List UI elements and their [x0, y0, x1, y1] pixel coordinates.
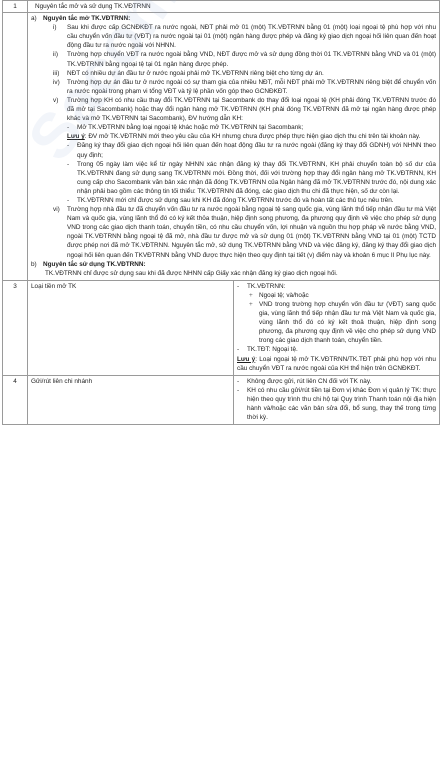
- policy-table: 1 Nguyên tắc mở và sử dụng TK.VĐTRNN a) …: [2, 0, 440, 426]
- row-label: Loại tiền mở TK: [27, 279, 234, 376]
- row-number: 3: [2, 279, 28, 376]
- row-title: Nguyên tắc mở và sử dụng TK.VĐTRNN: [27, 0, 440, 14]
- list-item: - Đăng ký thay đổi giao dịch ngoại hối l…: [67, 142, 436, 159]
- document-page: Sacombank 1 Nguyên tắc mở và sử dụng TK.…: [0, 0, 442, 777]
- section-b-heading: b) Nguyên tắc sử dụng TK.VĐTRNN:: [31, 260, 146, 268]
- table-row: 3 Loại tiền mở TK - TK.VĐTRNN: + Ngoại t…: [2, 279, 440, 376]
- list-item: - Không được gửi, rút liên CN đối với TK…: [237, 377, 372, 385]
- list-item: iv) Trường hợp dự án đầu tư ở nước ngoài…: [53, 78, 436, 95]
- list-item: - KH có nhu cầu gửi/rút tiền tại Đơn vị …: [237, 386, 436, 422]
- note: Lưu ý: Loại ngoại tệ mở TK.VĐTRNN/TK.TĐT…: [237, 355, 436, 372]
- table-row: 1 Nguyên tắc mở và sử dụng TK.VĐTRNN: [2, 0, 440, 14]
- note: Lưu ý: ĐV mở TK.VĐTRNN mới theo yêu cầu …: [67, 133, 421, 141]
- list-item: i) Sau khi được cấp GCNĐKĐT ra nước ngoà…: [53, 24, 436, 50]
- table-row: a) Nguyên tắc mở TK.VĐTRNN: i) Sau khi đ…: [2, 12, 440, 281]
- list-item: - TK.TĐT: Ngoại tệ.: [237, 346, 298, 354]
- list-item: ii) Trường hợp chuyển VĐT ra nước ngoài …: [53, 51, 436, 68]
- list-item: - Trong 05 ngày làm việc kể từ ngày NHNN…: [67, 160, 436, 195]
- list-item: iii) NĐT có nhiều dự án đầu tư ở nước ng…: [53, 69, 324, 77]
- list-item: - Mở TK.VĐTRNN bằng loại ngoại tệ khác h…: [67, 124, 304, 132]
- list-item: + Ngoại tệ; và/hoặc: [249, 291, 309, 299]
- section-a-heading: a) Nguyên tắc mở TK.VĐTRNN:: [31, 15, 131, 23]
- row-content: - TK.VĐTRNN: + Ngoại tệ; và/hoặc + VND t…: [233, 279, 440, 376]
- row-number: 4: [2, 374, 28, 426]
- table-row: 4 Gửi/rút liên chi nhánh - Không được gử…: [2, 374, 440, 426]
- list-item: - TK.VĐTRNN:: [237, 282, 286, 290]
- row-content: - Không được gửi, rút liên CN đối với TK…: [233, 374, 440, 426]
- list-item: v) Trường hợp KH có nhu cầu thay đổi TK.…: [53, 96, 436, 123]
- section-content: a) Nguyên tắc mở TK.VĐTRNN: i) Sau khi đ…: [27, 12, 440, 281]
- list-item: - TK.VĐTRNN mới chỉ được sử dụng sau khi…: [67, 196, 394, 204]
- list-item: vi) Trường hợp nhà đầu tư đã chuyển vốn …: [53, 206, 436, 259]
- list-item: + VND trong trường hợp chuyển vốn đầu tư…: [249, 301, 436, 345]
- section-b-text: TK.VĐTRNN chỉ được sử dụng sau khi đã đư…: [45, 269, 338, 277]
- row-number: 1: [2, 0, 28, 14]
- row-label: Gửi/rút liên chi nhánh: [27, 374, 234, 426]
